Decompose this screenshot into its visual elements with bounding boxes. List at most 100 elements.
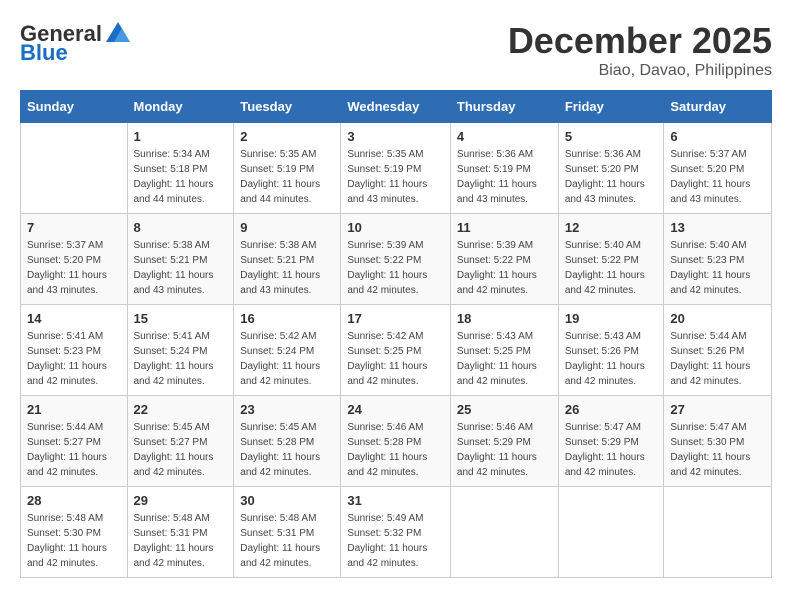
day-info: Sunrise: 5:41 AMSunset: 5:23 PMDaylight:…	[27, 329, 121, 389]
calendar-day-cell: 31 Sunrise: 5:49 AMSunset: 5:32 PMDayligh…	[341, 487, 451, 578]
day-number: 24	[347, 402, 444, 417]
weekday-header-row: SundayMondayTuesdayWednesdayThursdayFrid…	[21, 91, 772, 123]
day-info: Sunrise: 5:48 AMSunset: 5:31 PMDaylight:…	[240, 511, 334, 571]
day-number: 1	[134, 129, 228, 144]
calendar-week-row: 7 Sunrise: 5:37 AMSunset: 5:20 PMDaylight…	[21, 214, 772, 305]
calendar-day-cell: 9 Sunrise: 5:38 AMSunset: 5:21 PMDaylight…	[234, 214, 341, 305]
calendar-day-cell: 17Sunrise: 5:42 AMSunset: 5:25 PMDayligh…	[341, 305, 451, 396]
calendar-empty-cell	[450, 487, 558, 578]
day-info: Sunrise: 5:45 AMSunset: 5:27 PMDaylight:…	[134, 420, 228, 480]
day-number: 4	[457, 129, 552, 144]
day-info: Sunrise: 5:49 AMSunset: 5:32 PMDaylight:…	[347, 511, 444, 571]
calendar-day-cell: 11 Sunrise: 5:39 AMSunset: 5:22 PMDayligh…	[450, 214, 558, 305]
day-number: 29	[134, 493, 228, 508]
calendar-day-cell: 1Sunrise: 5:34 AMSunset: 5:18 PMDaylight…	[127, 123, 234, 214]
calendar-day-cell: 30Sunrise: 5:48 AMSunset: 5:31 PMDayligh…	[234, 487, 341, 578]
day-info: Sunrise: 5:46 AMSunset: 5:29 PMDaylight:…	[457, 420, 552, 480]
weekday-header-saturday: Saturday	[664, 91, 772, 123]
day-number: 14	[27, 311, 121, 326]
day-number: 19	[565, 311, 658, 326]
day-info: Sunrise: 5:35 AMSunset: 5:19 PMDaylight:…	[347, 147, 444, 207]
day-number: 18	[457, 311, 552, 326]
day-number: 23	[240, 402, 334, 417]
calendar-week-row: 21Sunrise: 5:44 AMSunset: 5:27 PMDayligh…	[21, 396, 772, 487]
calendar-empty-cell	[664, 487, 772, 578]
weekday-header-tuesday: Tuesday	[234, 91, 341, 123]
day-info: Sunrise: 5:43 AMSunset: 5:26 PMDaylight:…	[565, 329, 658, 389]
day-number: 28	[27, 493, 121, 508]
calendar-week-row: 1Sunrise: 5:34 AMSunset: 5:18 PMDaylight…	[21, 123, 772, 214]
calendar-day-cell: 7 Sunrise: 5:37 AMSunset: 5:20 PMDaylight…	[21, 214, 128, 305]
calendar-day-cell: 18 Sunrise: 5:43 AMSunset: 5:25 PMDayligh…	[450, 305, 558, 396]
day-number: 12	[565, 220, 658, 235]
day-number: 20	[670, 311, 765, 326]
day-info: Sunrise: 5:40 AMSunset: 5:22 PMDaylight:…	[565, 238, 658, 298]
day-number: 16	[240, 311, 334, 326]
day-info: Sunrise: 5:36 AMSunset: 5:20 PMDaylight:…	[565, 147, 658, 207]
calendar-day-cell: 8 Sunrise: 5:38 AMSunset: 5:21 PMDaylight…	[127, 214, 234, 305]
day-info: Sunrise: 5:38 AMSunset: 5:21 PMDaylight:…	[240, 238, 334, 298]
day-info: Sunrise: 5:47 AMSunset: 5:29 PMDaylight:…	[565, 420, 658, 480]
day-number: 2	[240, 129, 334, 144]
day-number: 15	[134, 311, 228, 326]
day-number: 13	[670, 220, 765, 235]
weekday-header-monday: Monday	[127, 91, 234, 123]
day-info: Sunrise: 5:44 AMSunset: 5:26 PMDaylight:…	[670, 329, 765, 389]
calendar-day-cell: 25Sunrise: 5:46 AMSunset: 5:29 PMDayligh…	[450, 396, 558, 487]
day-number: 10	[347, 220, 444, 235]
day-number: 9	[240, 220, 334, 235]
calendar-day-cell: 28 Sunrise: 5:48 AMSunset: 5:30 PMDayligh…	[21, 487, 128, 578]
calendar-day-cell: 6 Sunrise: 5:37 AMSunset: 5:20 PMDaylight…	[664, 123, 772, 214]
day-info: Sunrise: 5:37 AMSunset: 5:20 PMDaylight:…	[670, 147, 765, 207]
day-number: 22	[134, 402, 228, 417]
page-header: General Blue December 2025 Biao, Davao, …	[20, 20, 772, 80]
day-number: 26	[565, 402, 658, 417]
day-info: Sunrise: 5:47 AMSunset: 5:30 PMDaylight:…	[670, 420, 765, 480]
calendar-day-cell: 20 Sunrise: 5:44 AMSunset: 5:26 PMDayligh…	[664, 305, 772, 396]
calendar-day-cell: 5 Sunrise: 5:36 AMSunset: 5:20 PMDaylight…	[558, 123, 664, 214]
location: Biao, Davao, Philippines	[508, 62, 772, 80]
month-title: December 2025	[508, 20, 772, 62]
calendar-day-cell: 3 Sunrise: 5:35 AMSunset: 5:19 PMDaylight…	[341, 123, 451, 214]
calendar-day-cell: 21Sunrise: 5:44 AMSunset: 5:27 PMDayligh…	[21, 396, 128, 487]
day-number: 31	[347, 493, 444, 508]
calendar-day-cell: 27Sunrise: 5:47 AMSunset: 5:30 PMDayligh…	[664, 396, 772, 487]
calendar-week-row: 28 Sunrise: 5:48 AMSunset: 5:30 PMDayligh…	[21, 487, 772, 578]
day-info: Sunrise: 5:40 AMSunset: 5:23 PMDaylight:…	[670, 238, 765, 298]
day-number: 21	[27, 402, 121, 417]
day-info: Sunrise: 5:37 AMSunset: 5:20 PMDaylight:…	[27, 238, 121, 298]
day-info: Sunrise: 5:41 AMSunset: 5:24 PMDaylight:…	[134, 329, 228, 389]
title-block: December 2025 Biao, Davao, Philippines	[508, 20, 772, 80]
day-info: Sunrise: 5:42 AMSunset: 5:24 PMDaylight:…	[240, 329, 334, 389]
calendar-empty-cell	[558, 487, 664, 578]
day-number: 8	[134, 220, 228, 235]
calendar-table: SundayMondayTuesdayWednesdayThursdayFrid…	[20, 90, 772, 578]
calendar-day-cell: 23 Sunrise: 5:45 AMSunset: 5:28 PMDayligh…	[234, 396, 341, 487]
day-info: Sunrise: 5:43 AMSunset: 5:25 PMDaylight:…	[457, 329, 552, 389]
calendar-day-cell: 24 Sunrise: 5:46 AMSunset: 5:28 PMDayligh…	[341, 396, 451, 487]
day-number: 7	[27, 220, 121, 235]
day-number: 3	[347, 129, 444, 144]
day-info: Sunrise: 5:46 AMSunset: 5:28 PMDaylight:…	[347, 420, 444, 480]
calendar-day-cell: 10Sunrise: 5:39 AMSunset: 5:22 PMDayligh…	[341, 214, 451, 305]
day-number: 6	[670, 129, 765, 144]
logo-blue-text: Blue	[20, 40, 68, 66]
day-info: Sunrise: 5:39 AMSunset: 5:22 PMDaylight:…	[457, 238, 552, 298]
day-info: Sunrise: 5:35 AMSunset: 5:19 PMDaylight:…	[240, 147, 334, 207]
calendar-empty-cell	[21, 123, 128, 214]
day-info: Sunrise: 5:48 AMSunset: 5:30 PMDaylight:…	[27, 511, 121, 571]
day-info: Sunrise: 5:38 AMSunset: 5:21 PMDaylight:…	[134, 238, 228, 298]
calendar-day-cell: 22 Sunrise: 5:45 AMSunset: 5:27 PMDayligh…	[127, 396, 234, 487]
calendar-day-cell: 13 Sunrise: 5:40 AMSunset: 5:23 PMDayligh…	[664, 214, 772, 305]
calendar-week-row: 14 Sunrise: 5:41 AMSunset: 5:23 PMDayligh…	[21, 305, 772, 396]
day-number: 5	[565, 129, 658, 144]
day-number: 11	[457, 220, 552, 235]
calendar-day-cell: 16 Sunrise: 5:42 AMSunset: 5:24 PMDayligh…	[234, 305, 341, 396]
calendar-day-cell: 29 Sunrise: 5:48 AMSunset: 5:31 PMDayligh…	[127, 487, 234, 578]
logo-icon	[104, 20, 132, 48]
day-info: Sunrise: 5:48 AMSunset: 5:31 PMDaylight:…	[134, 511, 228, 571]
day-info: Sunrise: 5:42 AMSunset: 5:25 PMDaylight:…	[347, 329, 444, 389]
weekday-header-wednesday: Wednesday	[341, 91, 451, 123]
day-info: Sunrise: 5:45 AMSunset: 5:28 PMDaylight:…	[240, 420, 334, 480]
calendar-day-cell: 14 Sunrise: 5:41 AMSunset: 5:23 PMDayligh…	[21, 305, 128, 396]
